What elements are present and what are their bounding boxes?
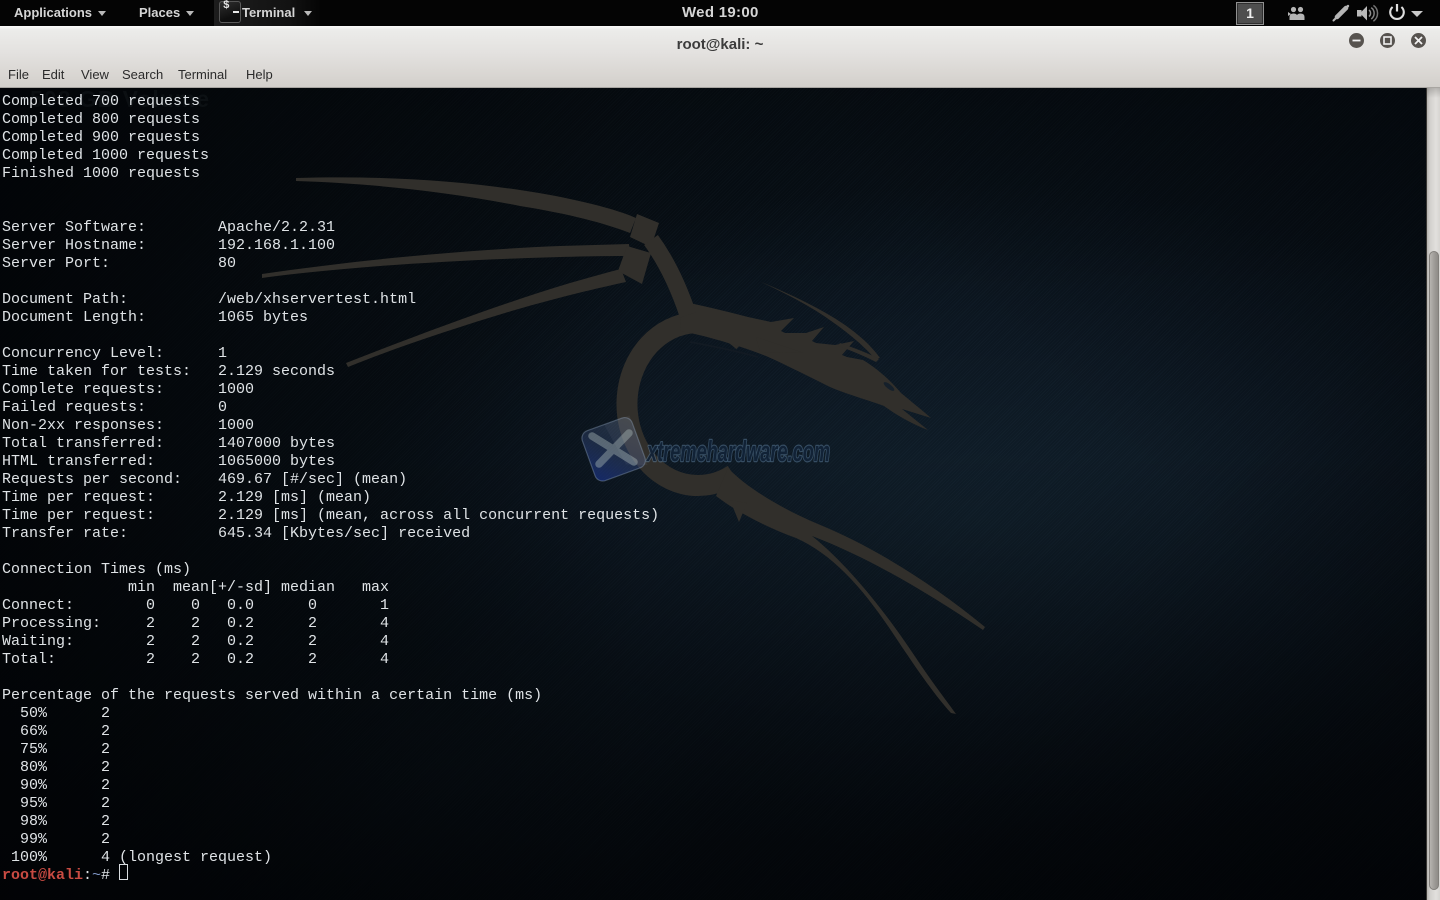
svg-text:xtremehardware.com: xtremehardware.com — [646, 436, 830, 468]
